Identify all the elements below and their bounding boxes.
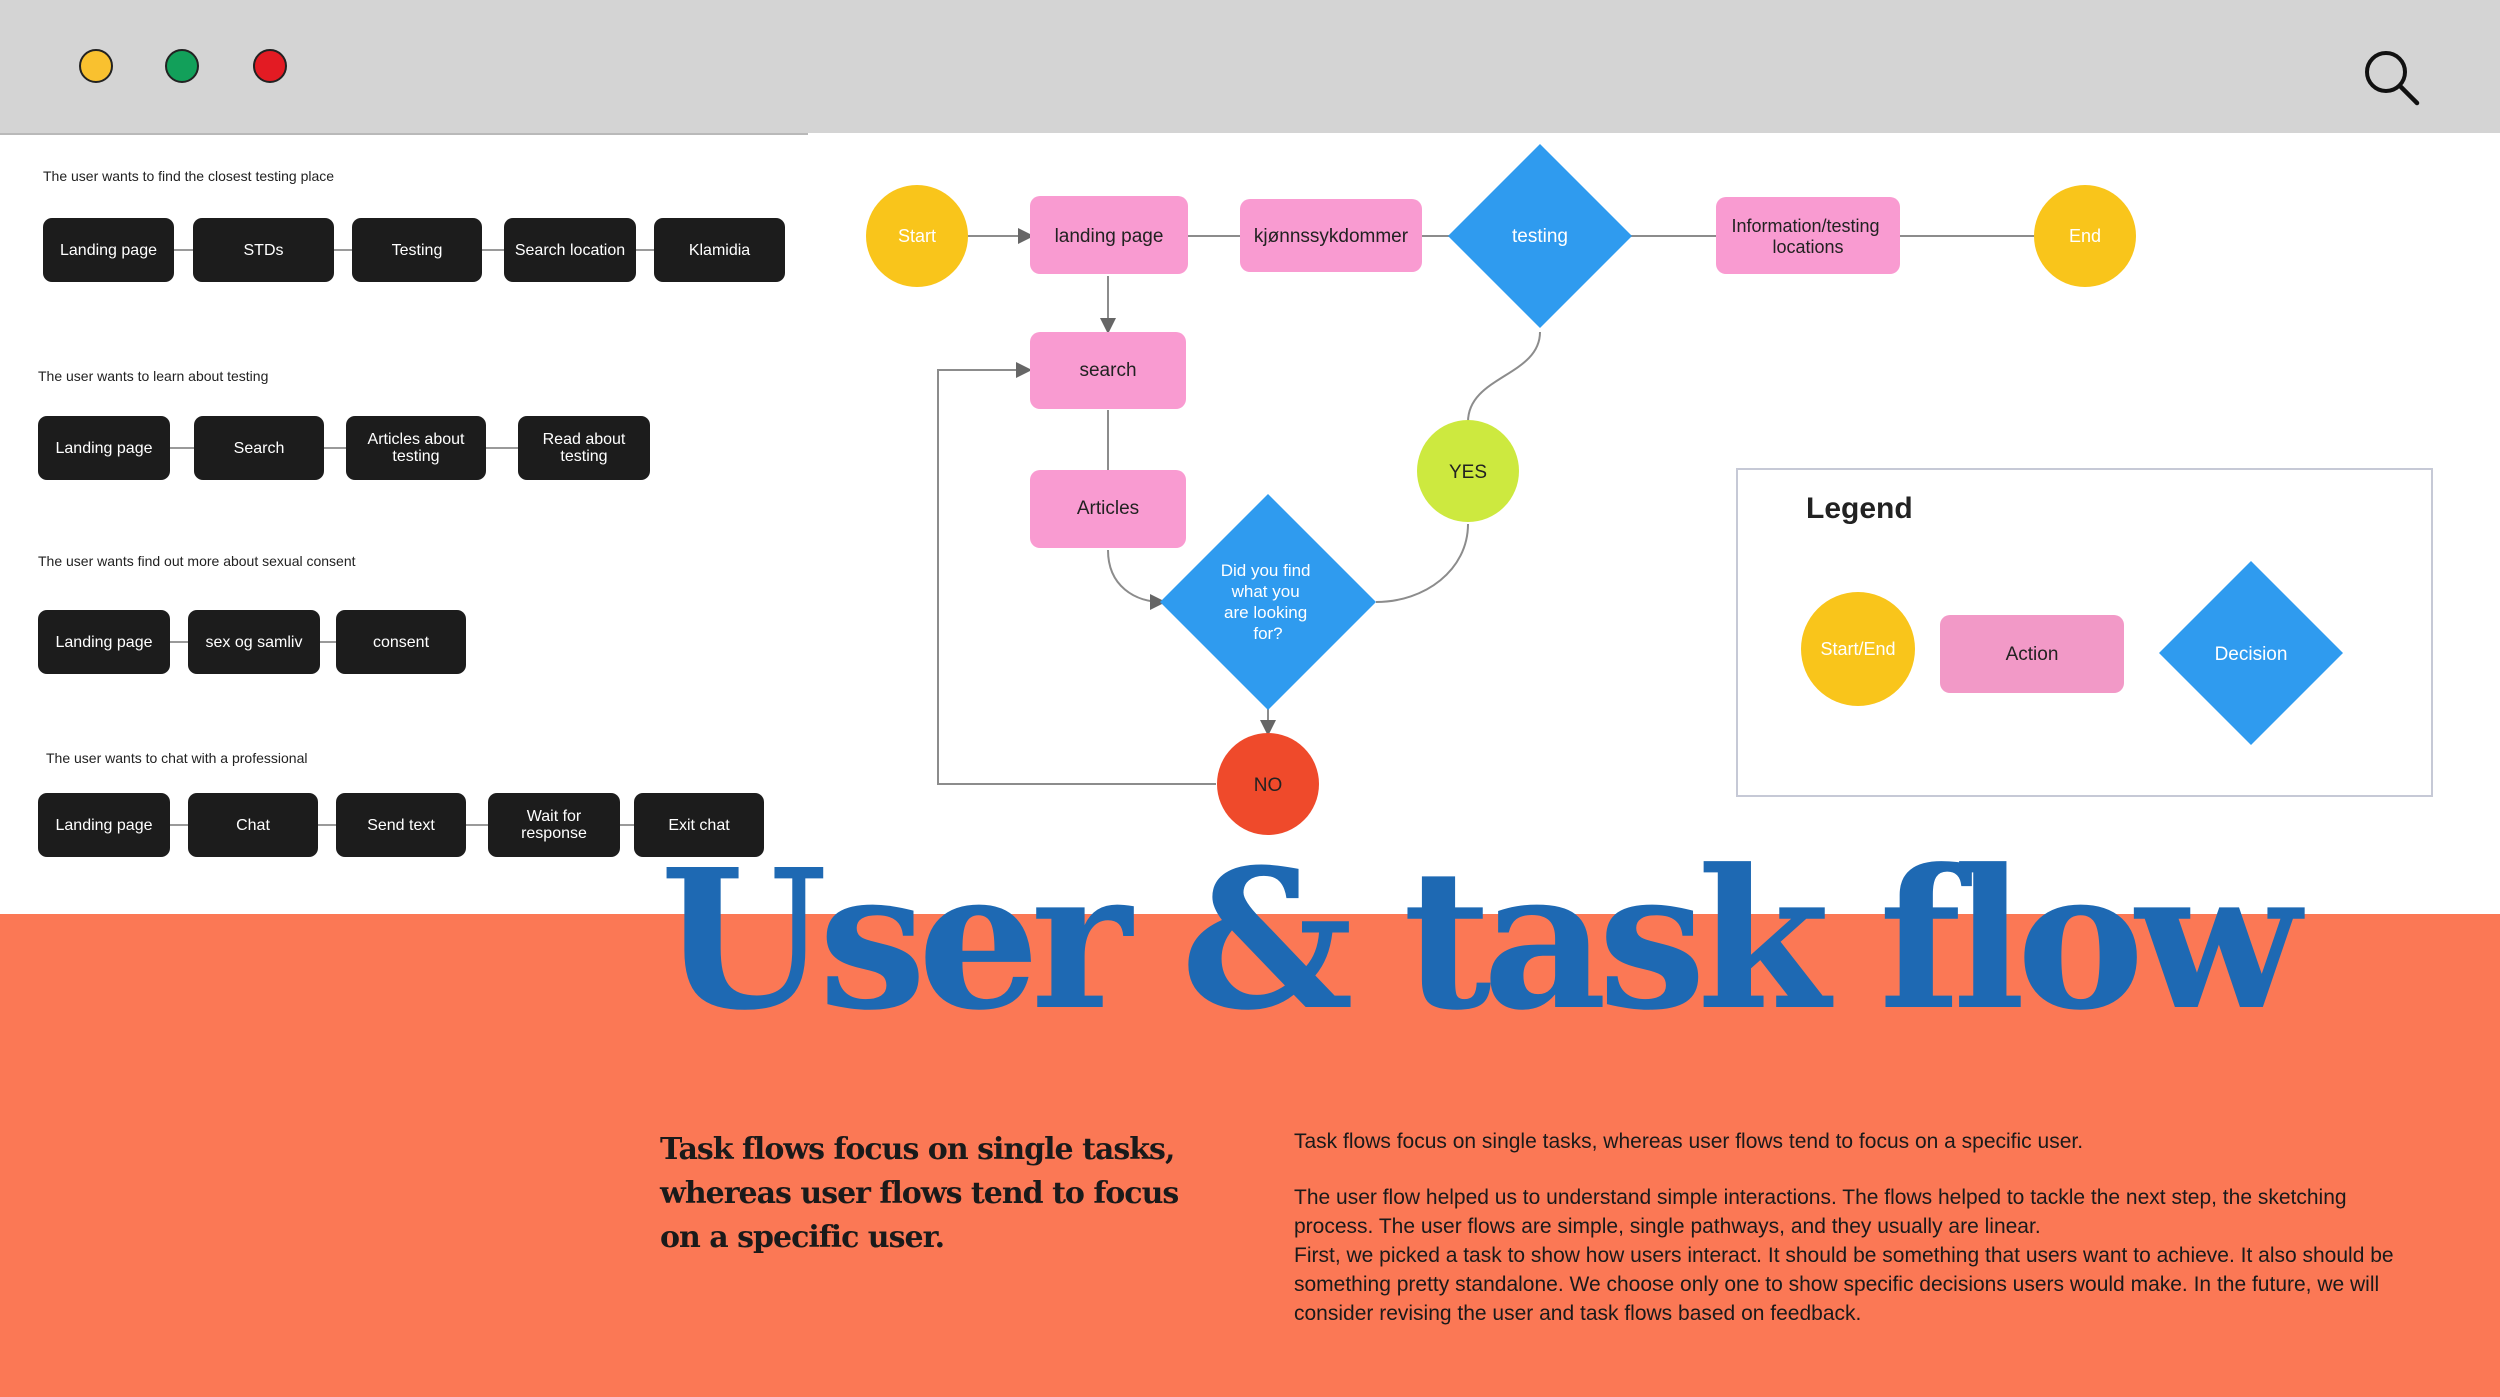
- start-node[interactable]: Start: [866, 185, 968, 287]
- legend-start-end-item: Start/End: [1801, 592, 1915, 706]
- user-flow-diagram: Start landing page kjønnssykdommer testi…: [866, 144, 2433, 835]
- landing-page-label: landing page: [1055, 226, 1164, 247]
- kjonnssykdommer-label: kjønnssykdommer: [1254, 226, 1409, 247]
- search-node[interactable]: search: [1030, 332, 1186, 409]
- legend-start-end-label: Start/End: [1820, 639, 1895, 659]
- yes-label: YES: [1449, 462, 1487, 483]
- legend-action-item: Action: [1940, 615, 2124, 693]
- found-decision-node[interactable]: Did you find what you are looking for?: [1160, 494, 1376, 710]
- legend-title: Legend: [1806, 492, 1913, 525]
- testing-label: testing: [1512, 226, 1568, 247]
- kjonnssykdommer-node[interactable]: kjønnssykdommer: [1240, 199, 1422, 272]
- no-label: NO: [1254, 775, 1283, 796]
- search-icon[interactable]: [2362, 48, 2422, 108]
- paragraph: Task flows focus on single tasks, wherea…: [1294, 1130, 2084, 1153]
- legend: Legend Start/End Action Decision: [1736, 468, 2433, 797]
- legend-action-label: Action: [2006, 644, 2059, 665]
- green-dot-icon[interactable]: [165, 49, 199, 83]
- no-node[interactable]: NO: [1217, 733, 1319, 835]
- articles-node[interactable]: Articles: [1030, 470, 1186, 548]
- paragraph: First, we picked a task to show how user…: [1294, 1244, 2394, 1325]
- end-label: End: [2069, 226, 2101, 246]
- landing-page-node[interactable]: landing page: [1030, 196, 1188, 274]
- diagram-canvas: The user wants to find the closest testi…: [0, 136, 2500, 914]
- articles-label: Articles: [1077, 498, 1139, 519]
- start-label: Start: [898, 226, 936, 246]
- page-title: User & task flow: [660, 828, 2301, 1053]
- red-dot-icon[interactable]: [253, 49, 287, 83]
- yellow-dot-icon[interactable]: [79, 49, 113, 83]
- information-node[interactable]: Information/testing locations: [1716, 197, 1900, 274]
- search-label: search: [1079, 360, 1136, 381]
- yes-node[interactable]: YES: [1417, 420, 1519, 522]
- end-node[interactable]: End: [2034, 185, 2136, 287]
- legend-decision-label: Decision: [2215, 644, 2288, 665]
- window-title-bar: [0, 0, 2500, 136]
- paragraph: The user flow helped us to understand si…: [1294, 1186, 2347, 1238]
- subheading: Task flows focus on single tasks, wherea…: [660, 1132, 1179, 1255]
- testing-decision-node[interactable]: testing: [1448, 144, 1632, 328]
